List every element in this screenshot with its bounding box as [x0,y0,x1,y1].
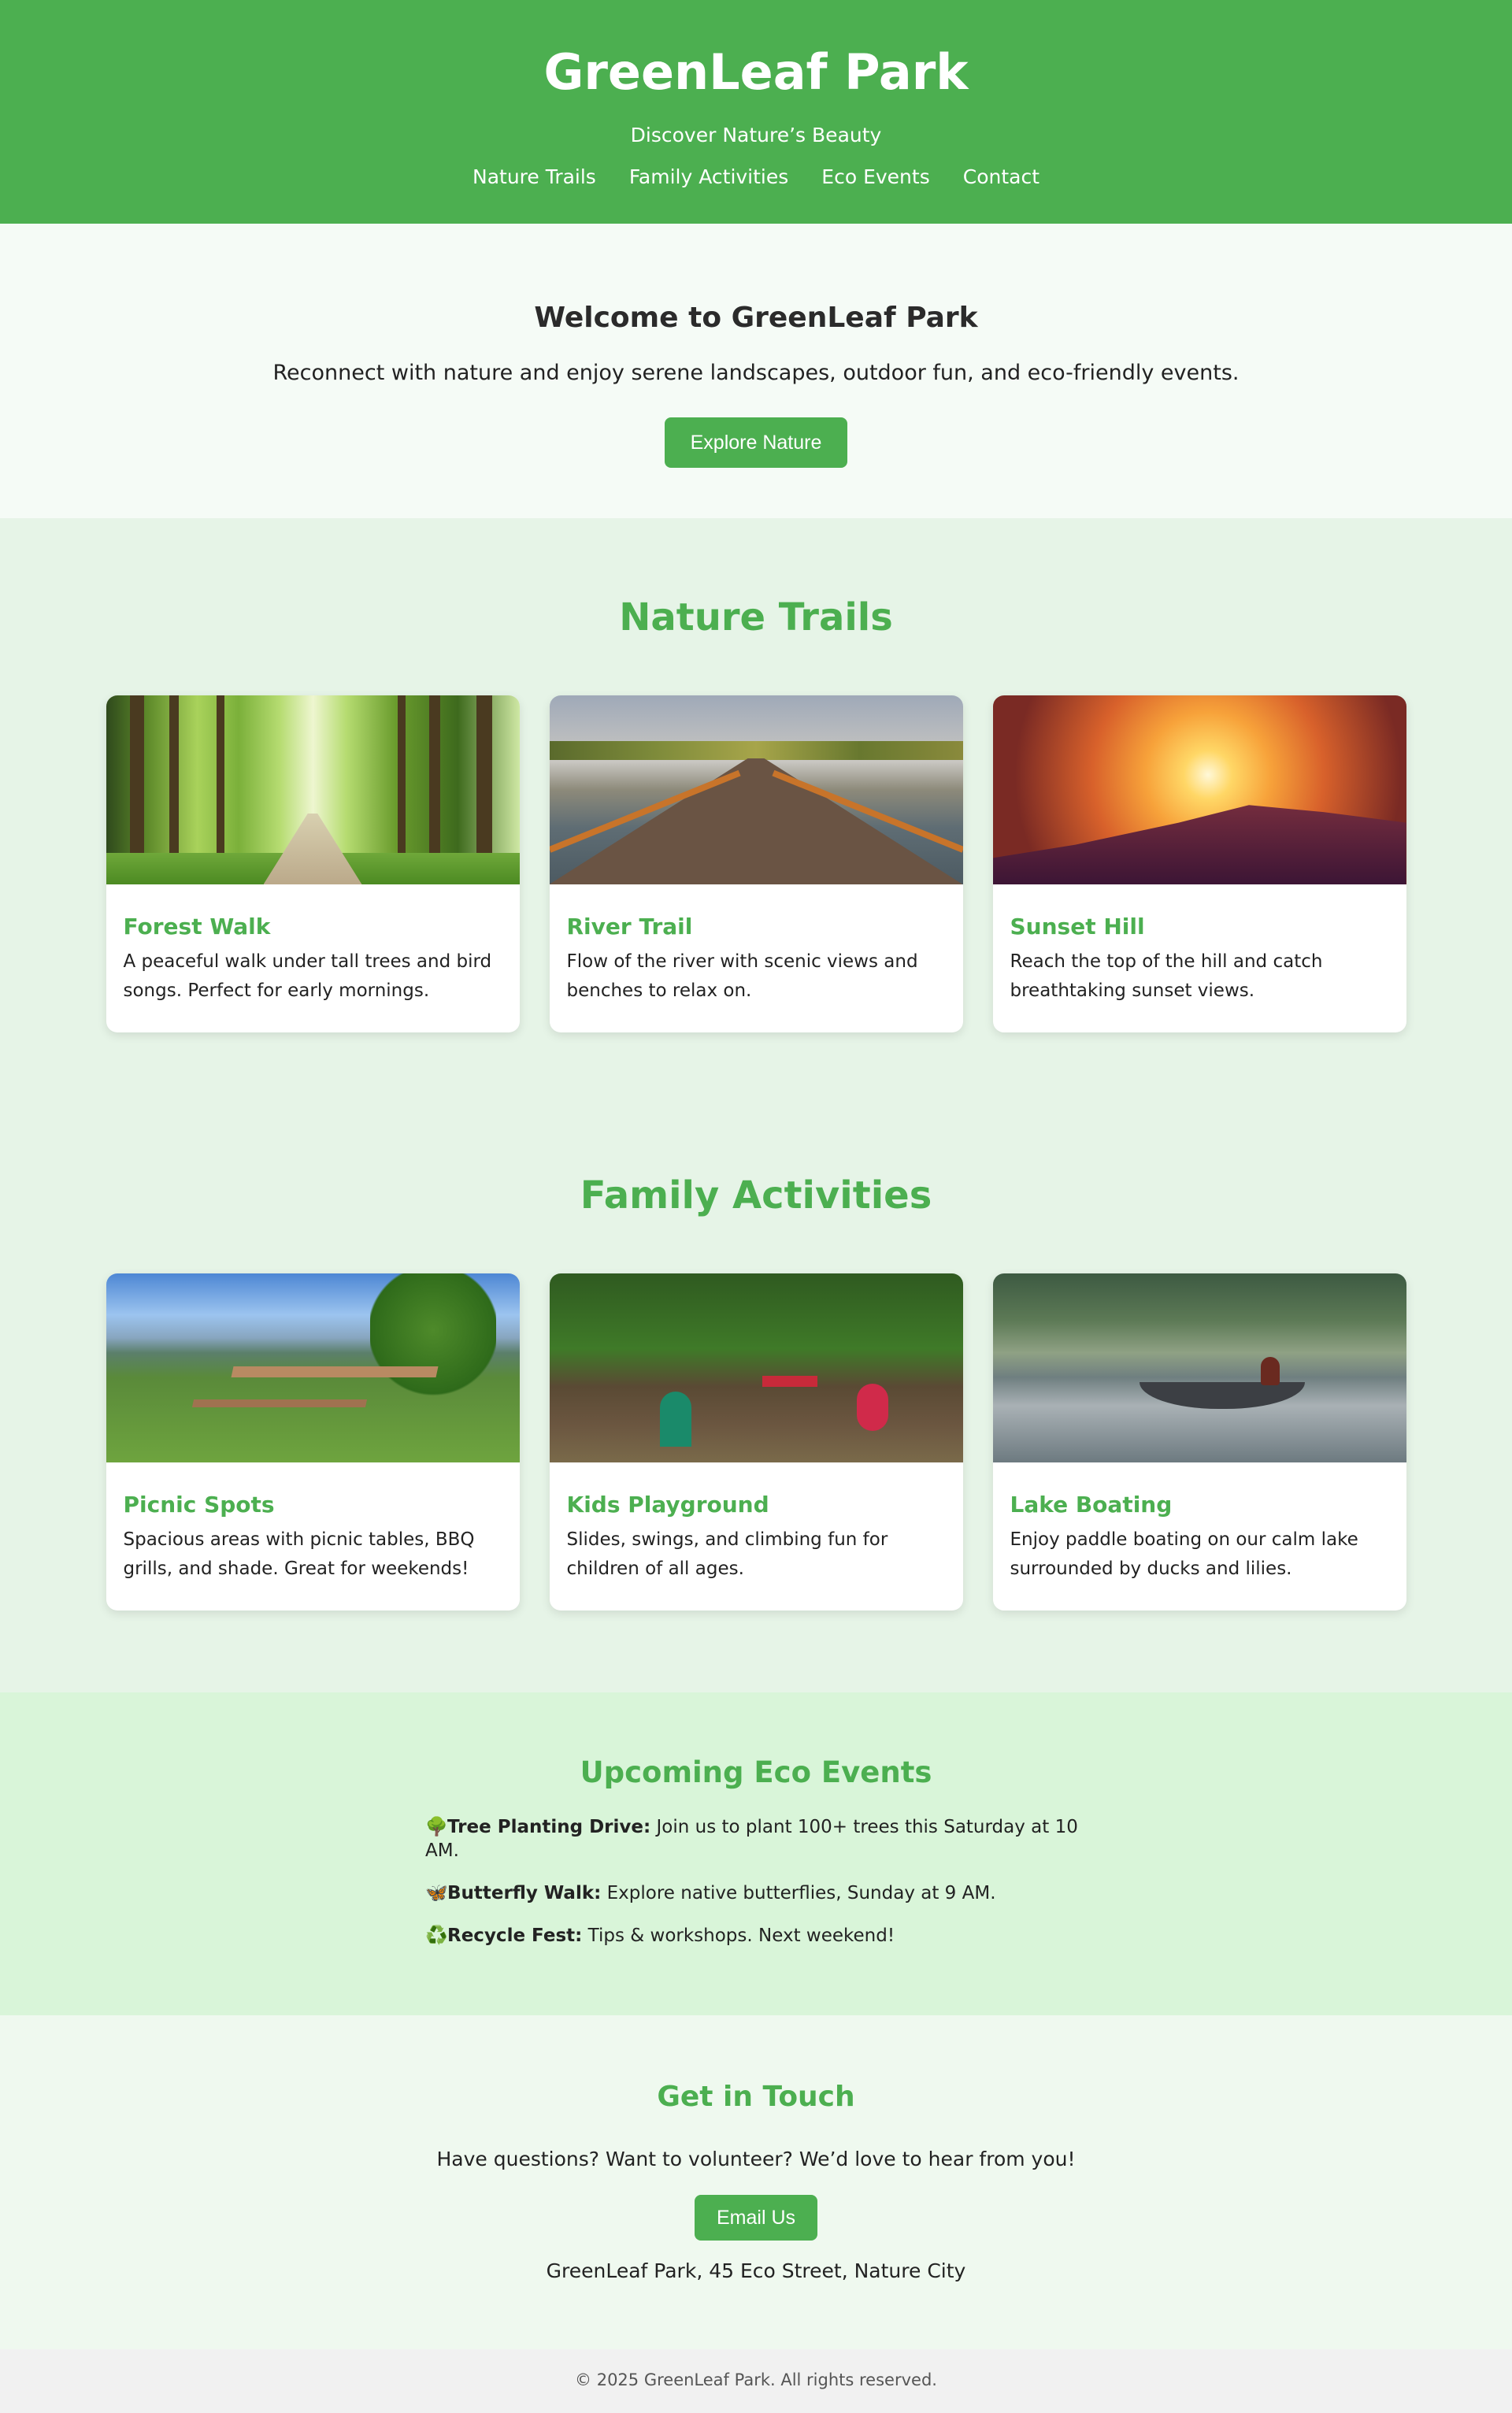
site-tagline: Discover Nature’s Beauty [630,124,882,146]
family-activities-section: Family Activities Picnic Spots Spacious … [0,1106,1512,1611]
card-body: Kids Playground Slides, swings, and clim… [550,1462,963,1584]
nav-link-nature-trails[interactable]: Nature Trails [472,164,596,191]
contact-address: GreenLeaf Park, 45 Eco Street, Nature Ci… [546,2259,966,2282]
sunset-hill-image [992,695,1406,884]
tree-icon: 🌳 [425,1817,448,1837]
eco-events-section: Upcoming Eco Events 🌳Tree Planting Drive… [0,1692,1512,2015]
card-title: Lake Boating [1010,1492,1173,1518]
trail-card-sunset-hill[interactable]: Sunset Hill Reach the top of the hill an… [992,695,1406,1032]
trail-card-river-trail[interactable]: River Trail Flow of the river with sceni… [549,695,963,1032]
site-title: GreenLeaf Park [543,43,969,101]
card-text: A peaceful walk under tall trees and bir… [123,951,492,1001]
card-title: Forest Walk [123,914,271,940]
event-name: Butterfly Walk: [447,1883,602,1903]
events-list: 🌳Tree Planting Drive: Join us to plant 1… [425,1815,1087,1948]
card-body: Picnic Spots Spacious areas with picnic … [106,1462,520,1584]
card-text: Enjoy paddle boating on our calm lake su… [1010,1529,1358,1579]
welcome-section: Welcome to GreenLeaf Park Reconnect with… [0,224,1512,518]
cards-area: Nature Trails Forest Walk A peaceful wal… [0,518,1512,1692]
butterfly-icon: 🦋 [425,1883,448,1903]
section-title: Family Activities [580,1173,932,1218]
contact-text: Have questions? Want to volunteer? We’d … [436,2148,1076,2170]
copyright-text: © 2025 GreenLeaf Park. All rights reserv… [575,2370,937,2389]
site-footer: © 2025 GreenLeaf Park. All rights reserv… [0,2349,1512,2413]
main-nav: Nature Trails Family Activities Eco Even… [0,164,1512,191]
activity-card-lake-boating[interactable]: Lake Boating Enjoy paddle boating on our… [992,1273,1406,1611]
card-body: Lake Boating Enjoy paddle boating on our… [993,1462,1406,1584]
forest-walk-image [106,695,520,884]
card-body: Forest Walk A peaceful walk under tall t… [106,884,520,1006]
nature-trails-section: Nature Trails Forest Walk A peaceful wal… [0,518,1512,1106]
nav-link-family-activities[interactable]: Family Activities [629,164,788,191]
activity-card-kids-playground[interactable]: Kids Playground Slides, swings, and clim… [549,1273,963,1611]
recycle-icon: ♻️ [425,1926,448,1946]
card-text: Reach the top of the hill and catch brea… [1010,951,1323,1001]
nav-link-contact[interactable]: Contact [963,164,1040,191]
card-text: Slides, swings, and climbing fun for chi… [566,1529,888,1579]
event-item: 🌳Tree Planting Drive: Join us to plant 1… [425,1815,1087,1863]
kids-playground-image [549,1273,963,1462]
lake-boating-image [992,1273,1406,1462]
card-text: Flow of the river with scenic views and … [566,951,918,1001]
explore-nature-button[interactable]: Explore Nature [665,417,847,468]
event-name: Tree Planting Drive: [447,1817,651,1837]
river-trail-image [549,695,963,884]
event-text: Tips & workshops. Next weekend! [582,1926,895,1946]
card-grid: Picnic Spots Spacious areas with picnic … [0,1273,1512,1611]
card-title: River Trail [566,914,693,940]
card-body: Sunset Hill Reach the top of the hill an… [993,884,1406,1006]
event-item: 🦋Butterfly Walk: Explore native butterfl… [425,1881,1087,1905]
card-grid: Forest Walk A peaceful walk under tall t… [0,695,1512,1032]
card-title: Sunset Hill [1010,914,1145,940]
event-text: Explore native butterflies, Sunday at 9 … [601,1883,996,1903]
event-name: Recycle Fest: [447,1926,583,1946]
nav-link-eco-events[interactable]: Eco Events [821,164,929,191]
section-title: Nature Trails [619,595,893,639]
section-title: Upcoming Eco Events [580,1755,932,1789]
card-title: Picnic Spots [123,1492,275,1518]
welcome-title: Welcome to GreenLeaf Park [534,302,978,334]
section-title: Get in Touch [657,2081,855,2113]
contact-section: Get in Touch Have questions? Want to vol… [0,2015,1512,2349]
card-text: Spacious areas with picnic tables, BBQ g… [123,1529,475,1579]
email-us-button[interactable]: Email Us [695,2195,817,2241]
event-item: ♻️Recycle Fest: Tips & workshops. Next w… [425,1924,1087,1948]
trail-card-forest-walk[interactable]: Forest Walk A peaceful walk under tall t… [106,695,520,1032]
card-title: Kids Playground [566,1492,769,1518]
activity-card-picnic-spots[interactable]: Picnic Spots Spacious areas with picnic … [106,1273,520,1611]
welcome-text: Reconnect with nature and enjoy serene l… [272,361,1240,385]
picnic-spots-image [106,1273,520,1462]
site-header: GreenLeaf Park Discover Nature’s Beauty … [0,0,1512,224]
card-body: River Trail Flow of the river with sceni… [550,884,963,1006]
